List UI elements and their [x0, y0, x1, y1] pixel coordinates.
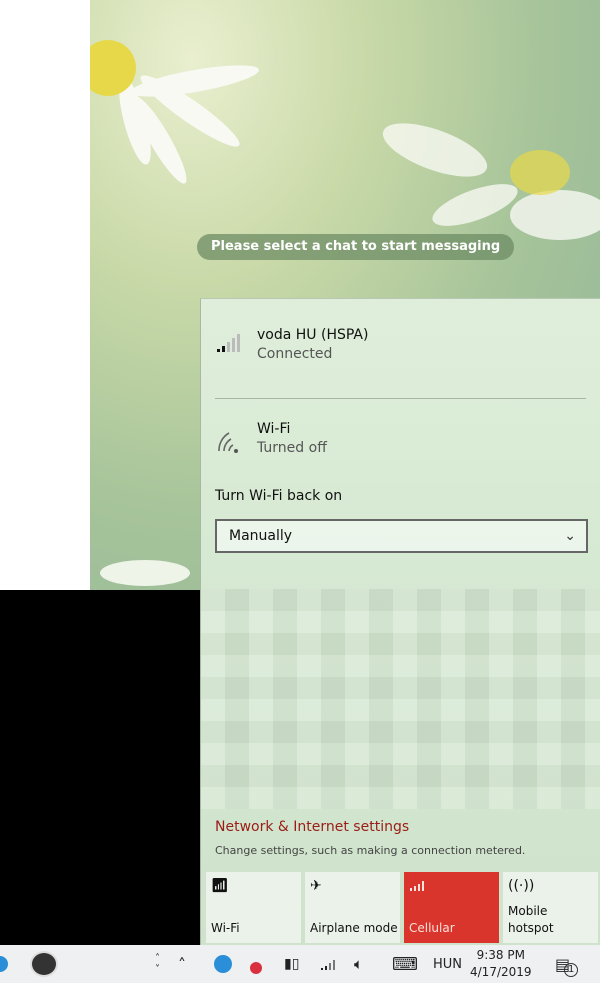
battery-icon[interactable]: ▮▯ — [284, 945, 299, 983]
taskbar: ˄ ˅ ˄ ▮▯ 🔈︎ ⌨︎ HUN 9:38 PM 4/17/2019 ▤ 1 — [0, 945, 600, 983]
network-settings-description: Change settings, such as making a connec… — [215, 844, 526, 857]
tile-label: Mobile hotspot — [508, 904, 554, 935]
tile-label: Cellular — [409, 921, 455, 935]
mountain-app-icon[interactable] — [30, 951, 58, 977]
cellular-status: Connected — [257, 346, 333, 362]
black-region — [0, 590, 200, 945]
airplane-icon: ✈︎ — [310, 878, 322, 894]
cellular-name: voda HU (HSPA) — [257, 327, 369, 343]
action-center-button[interactable]: ▤ 1 — [555, 945, 579, 983]
app-icon[interactable] — [0, 956, 8, 972]
clock[interactable]: 9:38 PM 4/17/2019 — [470, 945, 532, 983]
volume-icon[interactable]: 🔈︎ — [354, 945, 363, 983]
show-hidden-icons-chevron-icon[interactable]: ˄ — [178, 945, 186, 983]
blank-panel — [0, 0, 90, 590]
quick-action-cellular[interactable]: Cellular — [404, 872, 499, 943]
telegram-icon[interactable] — [214, 955, 232, 973]
wifi-status: Turned off — [257, 440, 327, 456]
cellular-network-item[interactable]: voda HU (HSPA) Connected — [215, 327, 368, 362]
wifi-network-item[interactable]: Wi-Fi Turned off — [215, 421, 327, 457]
network-settings-link[interactable]: Network & Internet settings — [215, 819, 409, 835]
keyboard-icon[interactable]: ⌨︎ — [392, 945, 418, 983]
chevron-down-icon: ⌄ — [564, 528, 576, 544]
quick-action-airplane-mode[interactable]: ✈︎ Airplane mode — [305, 872, 400, 943]
wifi-back-on-label: Turn Wi-Fi back on — [215, 488, 343, 504]
taskbar-scroll-icon[interactable]: ˄ ˅ — [155, 945, 160, 983]
network-signal-icon[interactable] — [320, 945, 340, 983]
chat-placeholder: Please select a chat to start messaging — [197, 234, 515, 260]
divider — [215, 398, 586, 399]
dropdown-value: Manually — [229, 528, 293, 544]
app-error-icon[interactable] — [250, 962, 262, 974]
notification-count: 1 — [564, 963, 579, 977]
wifi-back-on-dropdown[interactable]: Manually ⌄ — [215, 519, 588, 553]
wifi-name: Wi-Fi — [257, 421, 291, 437]
network-flyout: voda HU (HSPA) Connected Wi-Fi Turned off … — [200, 298, 600, 945]
flyout-background-pattern — [201, 589, 600, 809]
tile-label: Wi-Fi — [211, 921, 240, 935]
hotspot-icon: ((·)) — [508, 878, 535, 894]
signal-bars-icon — [409, 878, 494, 898]
signal-bars-icon — [217, 334, 240, 352]
quick-action-mobile-hotspot[interactable]: ((·)) Mobile hotspot — [503, 872, 598, 943]
wifi-icon — [218, 432, 238, 453]
quick-action-wifi[interactable]: 📶︎ Wi-Fi — [206, 872, 301, 943]
tile-label: Airplane mode — [310, 921, 398, 935]
time: 9:38 PM — [476, 948, 525, 962]
date: 4/17/2019 — [470, 965, 532, 979]
wifi-icon: 📶︎ — [211, 878, 229, 894]
language-indicator[interactable]: HUN — [433, 945, 462, 983]
